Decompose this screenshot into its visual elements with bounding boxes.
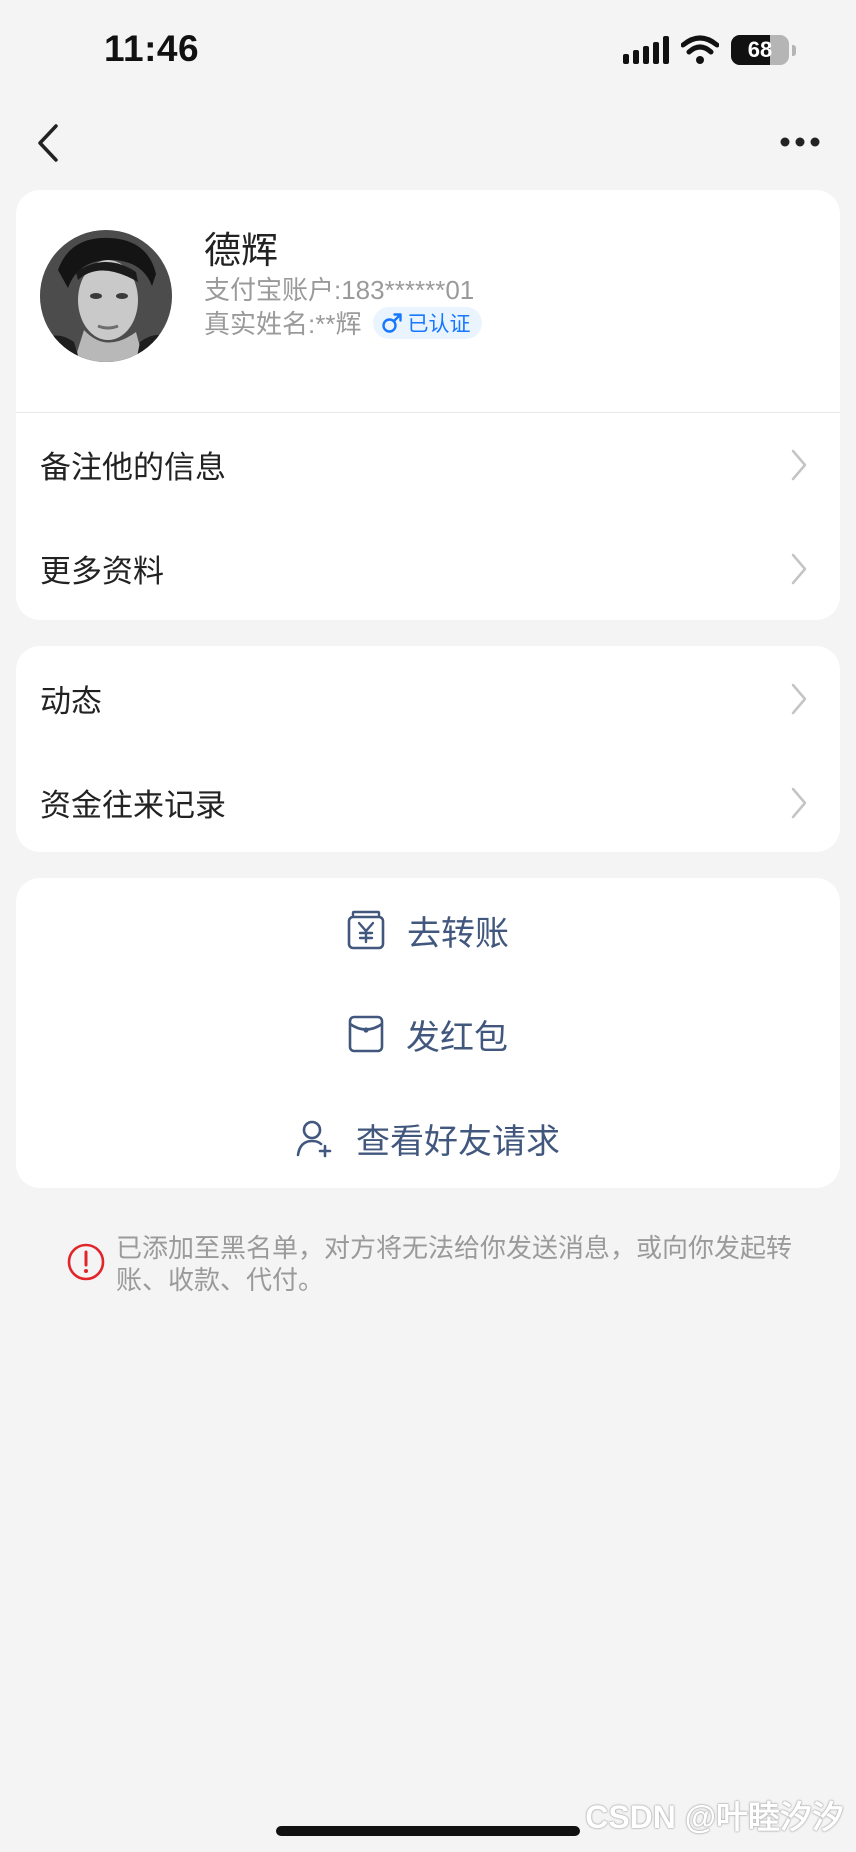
blacklist-notice: 已添加至黑名单，对方将无法给你发送消息，或向你发起转账、收款、代付。 xyxy=(66,1232,806,1296)
activity-card: 动态 资金往来记录 xyxy=(16,646,840,852)
alipay-account: 支付宝账户:183******01 xyxy=(204,275,475,305)
back-button[interactable] xyxy=(28,118,68,168)
battery-tip xyxy=(792,44,796,56)
battery-icon: 68 xyxy=(731,35,789,65)
fund-records-item[interactable]: 资金往来记录 xyxy=(16,750,840,852)
more-dots-icon xyxy=(780,137,820,147)
real-name-row: 真实姓名:**辉 已认证 xyxy=(204,304,483,341)
battery-percent: 68 xyxy=(747,37,773,62)
chevron-left-icon xyxy=(38,124,58,162)
avatar[interactable] xyxy=(40,230,172,362)
status-bar: 11:46 68 xyxy=(0,0,856,100)
more-info-item[interactable]: 更多资料 xyxy=(16,516,840,620)
red-packet-button[interactable]: 发红包 xyxy=(16,982,840,1086)
contact-profile-page: 11:46 68 德辉 支付宝账户:183******01 真实姓名:**辉 已… xyxy=(0,0,856,1852)
chevron-right-icon xyxy=(791,787,807,819)
chevron-right-icon xyxy=(791,553,807,585)
chevron-right-icon xyxy=(791,683,807,715)
chevron-right-icon xyxy=(791,449,807,481)
profile-name: 德辉 xyxy=(204,230,278,271)
wifi-icon xyxy=(681,35,719,64)
cellular-signal-icon xyxy=(623,36,669,64)
red-packet-icon xyxy=(348,1015,384,1053)
remark-info-item[interactable]: 备注他的信息 xyxy=(16,412,840,516)
verified-label: 已认证 xyxy=(407,312,471,336)
transfer-yuan-icon xyxy=(347,910,385,950)
more-info-label: 更多资料 xyxy=(40,553,164,589)
profile-card: 德辉 支付宝账户:183******01 真实姓名:**辉 已认证 备注他的信息… xyxy=(16,190,840,620)
red-packet-label: 发红包 xyxy=(406,1018,508,1057)
transfer-button[interactable]: 去转账 xyxy=(16,878,840,982)
status-time: 11:46 xyxy=(104,28,200,69)
real-name: 真实姓名:**辉 xyxy=(204,309,362,339)
moments-item[interactable]: 动态 xyxy=(16,646,840,750)
add-friend-icon xyxy=(296,1120,332,1158)
watermark: CSDN @叶睦汐汐 xyxy=(585,1799,844,1835)
friend-requests-label: 查看好友请求 xyxy=(356,1122,560,1161)
more-button[interactable] xyxy=(772,122,828,162)
moments-label: 动态 xyxy=(40,683,102,719)
status-icons: 68 xyxy=(623,34,796,66)
warning-circle-icon xyxy=(67,1243,105,1281)
avatar-photo xyxy=(40,230,172,362)
friend-requests-button[interactable]: 查看好友请求 xyxy=(16,1086,840,1188)
transfer-label: 去转账 xyxy=(407,914,509,953)
remark-info-label: 备注他的信息 xyxy=(40,449,226,485)
blacklist-notice-text: 已添加至黑名单，对方将无法给你发送消息，或向你发起转账、收款、代付。 xyxy=(116,1233,793,1295)
male-gender-icon xyxy=(382,312,403,333)
verified-badge: 已认证 xyxy=(373,306,483,339)
fund-records-label: 资金往来记录 xyxy=(40,787,226,823)
actions-card: 去转账 发红包 查看好友请求 xyxy=(16,878,840,1188)
home-indicator xyxy=(276,1826,580,1836)
